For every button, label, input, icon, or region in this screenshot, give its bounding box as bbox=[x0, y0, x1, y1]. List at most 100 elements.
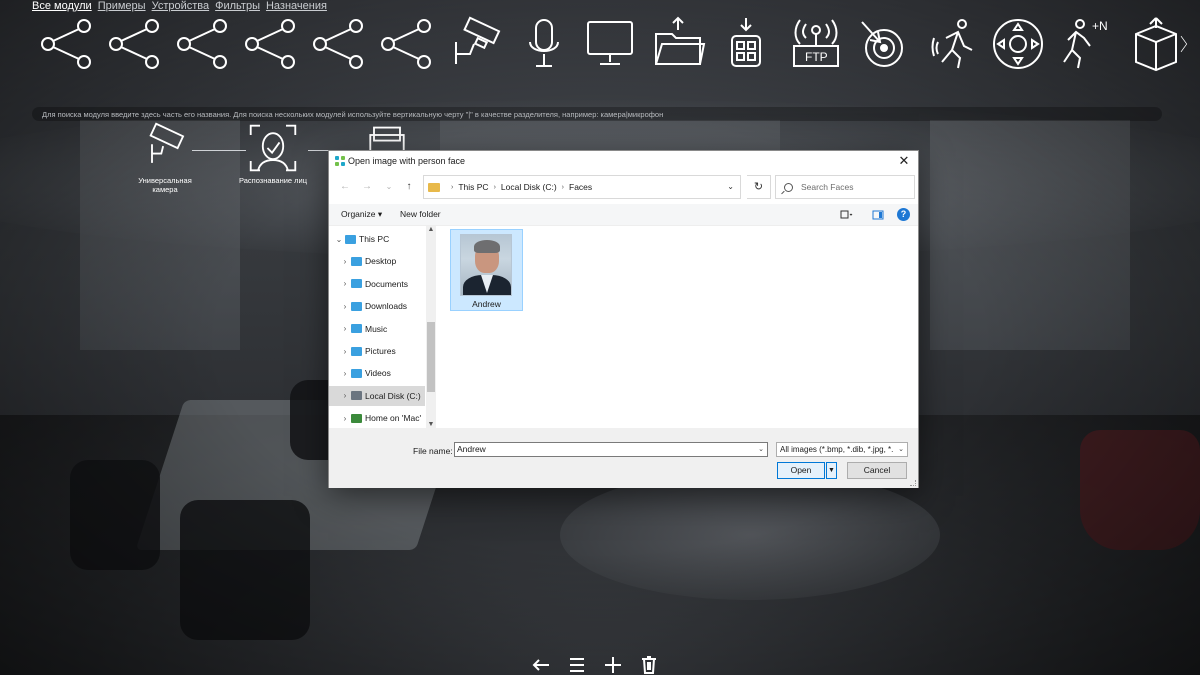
module-chevron-right[interactable] bbox=[1176, 14, 1196, 74]
chevron-down-icon[interactable]: ⌄ bbox=[333, 235, 345, 244]
chevron-right-icon[interactable]: › bbox=[339, 324, 351, 333]
new-folder-button[interactable]: New folder bbox=[400, 209, 441, 219]
cancel-button-label: Cancel bbox=[863, 465, 891, 475]
open-button-label: Open bbox=[790, 465, 812, 475]
tree-item-label: Desktop bbox=[365, 256, 397, 267]
refresh-icon: ↻ bbox=[753, 181, 764, 193]
up-nav-button[interactable]: ↑ bbox=[401, 179, 417, 195]
open-dropdown-button[interactable]: ▼ bbox=[826, 462, 837, 479]
module-cctv-camera[interactable] bbox=[446, 14, 506, 74]
back-button[interactable] bbox=[530, 655, 552, 675]
module-share[interactable] bbox=[36, 14, 96, 74]
nav-item-2[interactable]: Устройства bbox=[152, 0, 210, 12]
svg-text:FTP: FTP bbox=[805, 50, 828, 64]
face-recognition-icon bbox=[249, 124, 297, 172]
cancel-button[interactable]: Cancel bbox=[847, 462, 907, 479]
chevron-right-icon[interactable]: › bbox=[339, 302, 351, 311]
tree-item[interactable]: › Music bbox=[329, 319, 425, 339]
tree-item[interactable]: › Desktop bbox=[329, 251, 425, 271]
breadcrumb-local-disk[interactable]: Local Disk (C:) bbox=[501, 182, 557, 192]
module-dpad[interactable] bbox=[988, 14, 1048, 74]
ftp-icon: FTP bbox=[793, 19, 839, 67]
module-microphone[interactable] bbox=[514, 14, 574, 74]
recent-locations-button[interactable]: ⌄ bbox=[381, 179, 397, 195]
module-share[interactable] bbox=[104, 14, 164, 74]
file-type-select[interactable]: All images (*.bmp, *.dib, *.jpg, *. ⌄ bbox=[776, 442, 908, 457]
tree-item[interactable]: › Downloads bbox=[329, 296, 425, 316]
scroll-down-icon[interactable]: ▼ bbox=[426, 421, 436, 428]
close-button[interactable]: ✕ bbox=[896, 153, 912, 169]
chevron-right-icon[interactable]: › bbox=[339, 391, 351, 400]
chevron-right-icon[interactable]: › bbox=[339, 279, 351, 288]
delete-button[interactable] bbox=[638, 655, 660, 675]
running-person-icon bbox=[931, 19, 973, 69]
chevron-right-icon[interactable]: › bbox=[339, 257, 351, 266]
module-monitor[interactable] bbox=[580, 14, 640, 74]
folder-icon bbox=[351, 256, 362, 266]
change-view-button[interactable] bbox=[839, 208, 853, 222]
breadcrumb-faces[interactable]: Faces bbox=[569, 182, 592, 192]
chevron-right-icon: › bbox=[493, 183, 496, 191]
module-ftp[interactable]: FTP bbox=[786, 14, 846, 74]
module-share[interactable] bbox=[172, 14, 232, 74]
module-motion-target[interactable] bbox=[854, 14, 914, 74]
motion-target-icon bbox=[861, 21, 903, 67]
tree-item[interactable]: › Local Disk (C:) bbox=[329, 385, 425, 406]
refresh-button[interactable]: ↻ bbox=[747, 175, 771, 199]
file-name-value: Andrew bbox=[457, 444, 486, 454]
chevron-right-icon[interactable]: › bbox=[339, 414, 351, 423]
organize-button[interactable]: Organize ▾ bbox=[341, 209, 382, 220]
pipeline-node-camera[interactable]: Универсальная камера bbox=[130, 122, 200, 194]
share-icon bbox=[381, 19, 431, 69]
chevron-down-icon[interactable]: ⌄ bbox=[727, 182, 734, 191]
back-nav-button[interactable]: ← bbox=[337, 179, 353, 195]
tree-item[interactable]: › Documents bbox=[329, 274, 425, 294]
module-share[interactable] bbox=[376, 14, 436, 74]
folder-icon bbox=[351, 346, 362, 356]
open-button[interactable]: Open bbox=[777, 462, 825, 479]
chevron-right-icon[interactable]: › bbox=[339, 369, 351, 378]
pipeline-node-face[interactable]: Распознавание лиц bbox=[238, 122, 308, 185]
address-bar[interactable]: › This PC › Local Disk (C:) › Faces ⌄ bbox=[423, 175, 741, 199]
pipeline-node-label: Распознавание лиц bbox=[238, 176, 308, 185]
tree-item[interactable]: › Home on 'Mac' bbox=[329, 408, 425, 428]
trash-icon bbox=[642, 656, 656, 674]
tree-item-label: Home on 'Mac' bbox=[365, 413, 422, 424]
scroll-up-icon[interactable]: ▲ bbox=[426, 226, 436, 233]
module-search-hint[interactable]: Для поиска модуля введите здесь часть ег… bbox=[32, 107, 1162, 121]
file-item-andrew[interactable]: Andrew bbox=[450, 229, 523, 311]
scrollbar-thumb[interactable] bbox=[427, 322, 435, 392]
module-share[interactable] bbox=[308, 14, 368, 74]
module-folder-upload[interactable] bbox=[648, 14, 708, 74]
add-button[interactable] bbox=[602, 655, 624, 675]
nav-item-3[interactable]: Фильтры bbox=[215, 0, 260, 12]
plus-icon bbox=[605, 657, 621, 673]
tree-item[interactable]: › Videos bbox=[329, 363, 425, 383]
breadcrumb-this-pc[interactable]: This PC bbox=[458, 182, 488, 192]
dialog-titlebar[interactable]: Open image with person face bbox=[329, 151, 918, 171]
tree-item-label: Local Disk (C:) bbox=[365, 390, 421, 401]
chevron-right-icon[interactable]: › bbox=[339, 347, 351, 356]
navigation-scrollbar[interactable]: ▲ ▼ bbox=[426, 226, 436, 428]
file-name-input[interactable]: Andrew ⌄ bbox=[454, 442, 768, 457]
preview-pane-button[interactable] bbox=[871, 208, 885, 222]
resize-grip[interactable] bbox=[910, 480, 916, 486]
pipeline-node-label: Универсальная камера bbox=[138, 176, 192, 194]
tree-item[interactable]: ⌄ This PC bbox=[329, 229, 425, 249]
folder-icon bbox=[351, 301, 362, 311]
help-button[interactable]: ? bbox=[897, 208, 910, 221]
module-grid-download[interactable] bbox=[716, 14, 776, 74]
tree-item-label: Music bbox=[365, 323, 388, 334]
module-running-person[interactable] bbox=[924, 14, 984, 74]
search-input[interactable]: Search Faces bbox=[775, 175, 915, 199]
nav-item-4[interactable]: Назначения bbox=[266, 0, 327, 12]
module-share[interactable] bbox=[240, 14, 300, 74]
module-person-counter[interactable]: +N bbox=[1056, 14, 1116, 74]
nav-item-0[interactable]: Все модули bbox=[32, 0, 92, 12]
nav-item-1[interactable]: Примеры bbox=[98, 0, 146, 12]
chevron-down-icon[interactable]: ⌄ bbox=[758, 445, 764, 453]
forward-nav-button[interactable]: → bbox=[359, 179, 375, 195]
navigation-pane: ⌄ This PC › Desktop › Documents › Downloads › Mus… bbox=[329, 226, 437, 428]
tree-item[interactable]: › Pictures bbox=[329, 341, 425, 361]
menu-button[interactable] bbox=[566, 655, 588, 675]
